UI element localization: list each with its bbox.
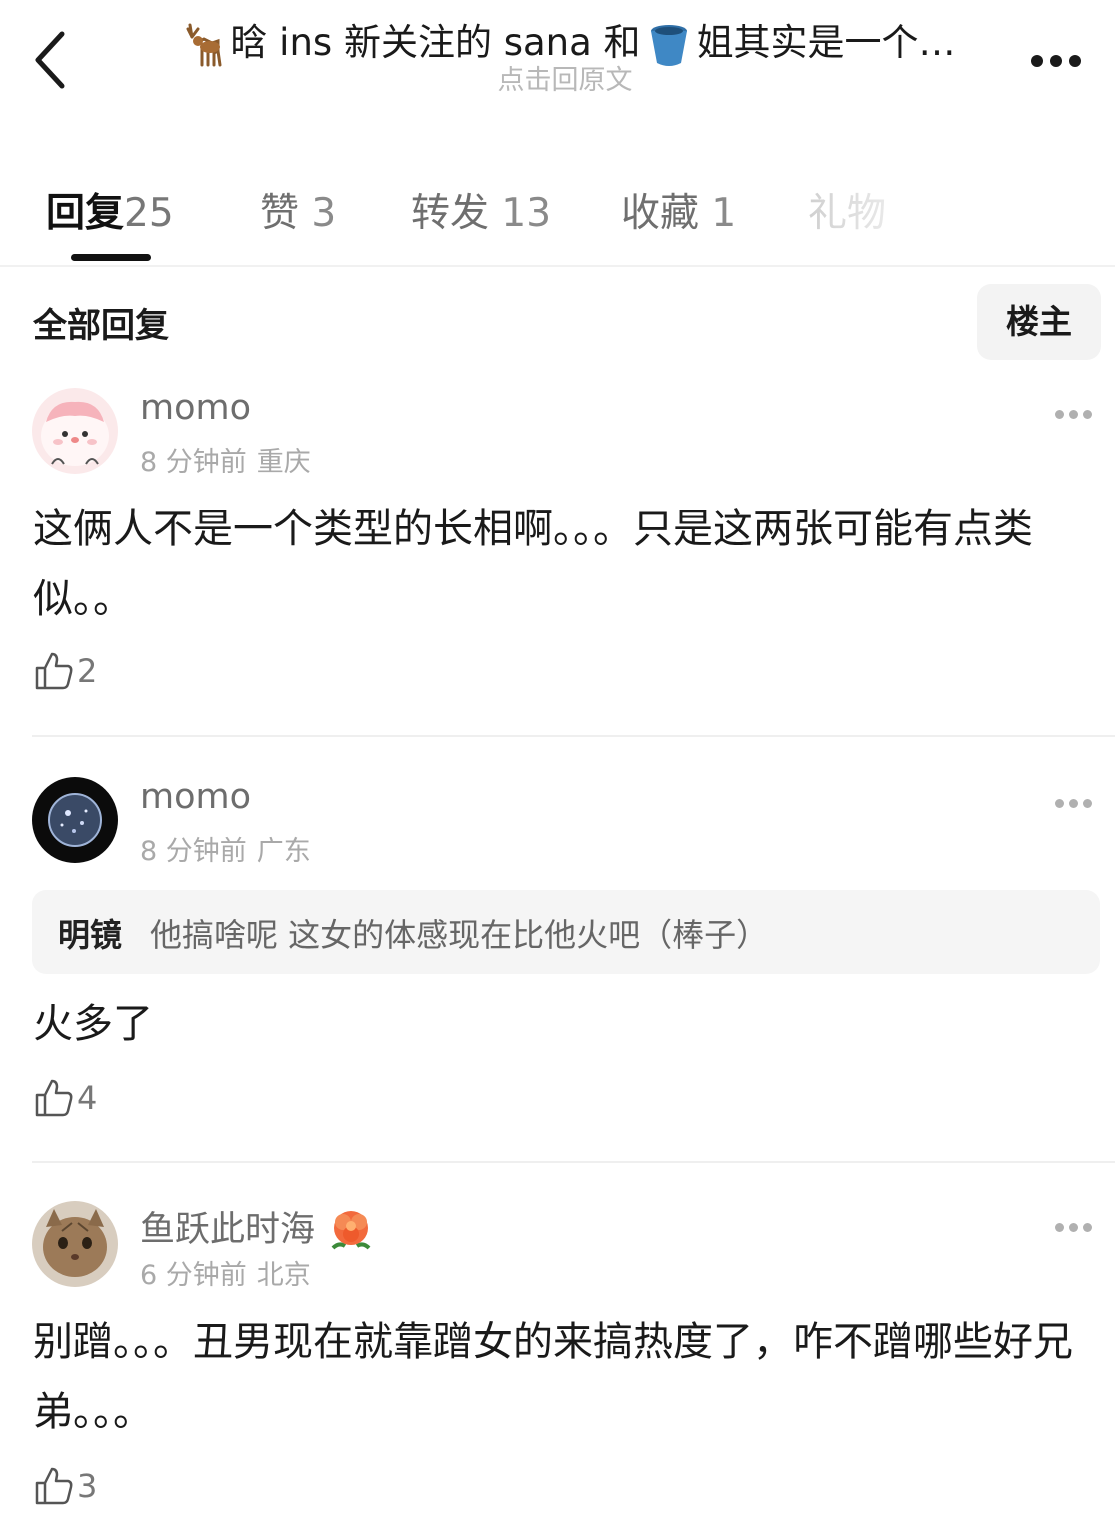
tab-favorites[interactable]: 收藏 1 [621, 182, 736, 238]
tab-label: 收藏 [621, 191, 700, 236]
tab-label: 赞 [260, 191, 300, 236]
more-icon-dot [1083, 1223, 1092, 1232]
username[interactable]: momo [140, 388, 251, 428]
bucket-emoji-icon [650, 24, 687, 66]
more-icon [1055, 1223, 1064, 1232]
tab-bar: 回复25 赞 3 转发 13 收藏 1 礼物 [0, 170, 1115, 267]
avatar-image [32, 1201, 118, 1287]
more-icon-dot [1069, 1223, 1078, 1232]
comment-meta: 8 分钟前 广东 [140, 829, 311, 868]
top-bar: 晗 ins 新关注的 sana 和 姐其实是一个… 点击回原文 [0, 0, 1115, 120]
section-title: 全部回复 [33, 306, 169, 346]
comment-location: 北京 [256, 1260, 311, 1291]
tab-replies[interactable]: 回复25 [46, 182, 174, 238]
comment-meta: 6 分钟前 北京 [140, 1253, 311, 1292]
avatar[interactable] [32, 1201, 118, 1287]
more-icon [1055, 799, 1064, 808]
comment-time: 8 分钟前 [140, 447, 247, 478]
op-only-filter-button[interactable]: 楼主 [977, 284, 1101, 360]
comment-time: 8 分钟前 [140, 836, 247, 867]
like-count: 2 [77, 652, 98, 690]
comment-meta: 8 分钟前 重庆 [140, 440, 311, 479]
thumbs-up-icon [35, 1079, 73, 1117]
quoted-text: 他搞啥呢 这女的体感现在比他火吧（棒子） [150, 916, 769, 954]
comment-text: 这俩人不是一个类型的长相啊。。。只是这两张可能有点类似。。 [33, 506, 1033, 622]
flower-badge-icon [331, 1211, 371, 1250]
avatar-image [32, 777, 118, 863]
username[interactable]: 鱼跃此时海 [140, 1201, 377, 1254]
comment-time: 6 分钟前 [140, 1260, 247, 1291]
comment-text: 火多了 [33, 1001, 153, 1047]
avatar[interactable] [32, 388, 118, 474]
more-icon [1031, 55, 1043, 67]
tab-label: 回复 [46, 191, 125, 236]
more-options-button[interactable] [1031, 52, 1093, 70]
avatar-image [32, 388, 118, 474]
tab-reposts[interactable]: 转发 13 [411, 182, 551, 238]
avatar[interactable] [32, 777, 118, 863]
tab-label: 礼物 [808, 191, 887, 236]
more-icon-dot [1069, 410, 1078, 419]
tab-gifts[interactable]: 礼物 [808, 182, 886, 238]
comment-more-button[interactable] [1055, 404, 1099, 419]
active-tab-indicator [71, 254, 151, 261]
thumbs-up-icon [35, 1467, 73, 1505]
post-title-area[interactable]: 晗 ins 新关注的 sana 和 姐其实是一个… 点击回原文 [150, 14, 980, 96]
back-arrow-icon [35, 31, 65, 89]
like-count: 3 [77, 1467, 98, 1505]
like-button[interactable]: 4 [33, 1077, 97, 1123]
more-icon-dot [1050, 55, 1062, 67]
comment-more-button[interactable] [1055, 793, 1099, 808]
comment-more-button[interactable] [1055, 1217, 1099, 1232]
more-icon-dot [1083, 799, 1092, 808]
tab-count: 1 [711, 191, 737, 236]
post-title-text-2: 姐其实是一个… [696, 21, 956, 64]
comment-text: 别蹭。。。丑男现在就靠蹭女的来搞热度了，咋不蹭哪些好兄弟。。。 [33, 1319, 1073, 1435]
tab-likes[interactable]: 赞 3 [260, 182, 336, 238]
back-button[interactable] [28, 28, 78, 92]
post-title[interactable]: 晗 ins 新关注的 sana 和 姐其实是一个… [150, 14, 980, 72]
more-icon [1055, 410, 1064, 419]
like-button[interactable]: 2 [33, 650, 97, 696]
thumbs-up-icon [35, 652, 73, 690]
comment-location: 重庆 [256, 447, 311, 478]
more-icon-dot [1069, 55, 1081, 67]
tab-label: 转发 [411, 191, 490, 236]
like-button[interactable]: 3 [33, 1465, 97, 1511]
tab-count: 3 [311, 191, 337, 236]
more-icon-dot [1083, 410, 1092, 419]
divider [32, 735, 1115, 737]
deer-emoji-icon [186, 23, 222, 66]
username-text: 鱼跃此时海 [140, 1210, 316, 1250]
quoted-username: 明镜 [58, 916, 123, 954]
quoted-reply[interactable]: 明镜 他搞啥呢 这女的体感现在比他火吧（棒子） [32, 890, 1100, 974]
tab-count: 13 [501, 191, 552, 236]
post-title-text-1: 晗 ins 新关注的 sana 和 [230, 21, 641, 64]
tab-count: 25 [124, 191, 174, 236]
username[interactable]: momo [140, 777, 251, 817]
more-icon-dot [1069, 799, 1078, 808]
comment-location: 广东 [256, 836, 311, 867]
divider [32, 1161, 1115, 1163]
like-count: 4 [77, 1079, 98, 1117]
